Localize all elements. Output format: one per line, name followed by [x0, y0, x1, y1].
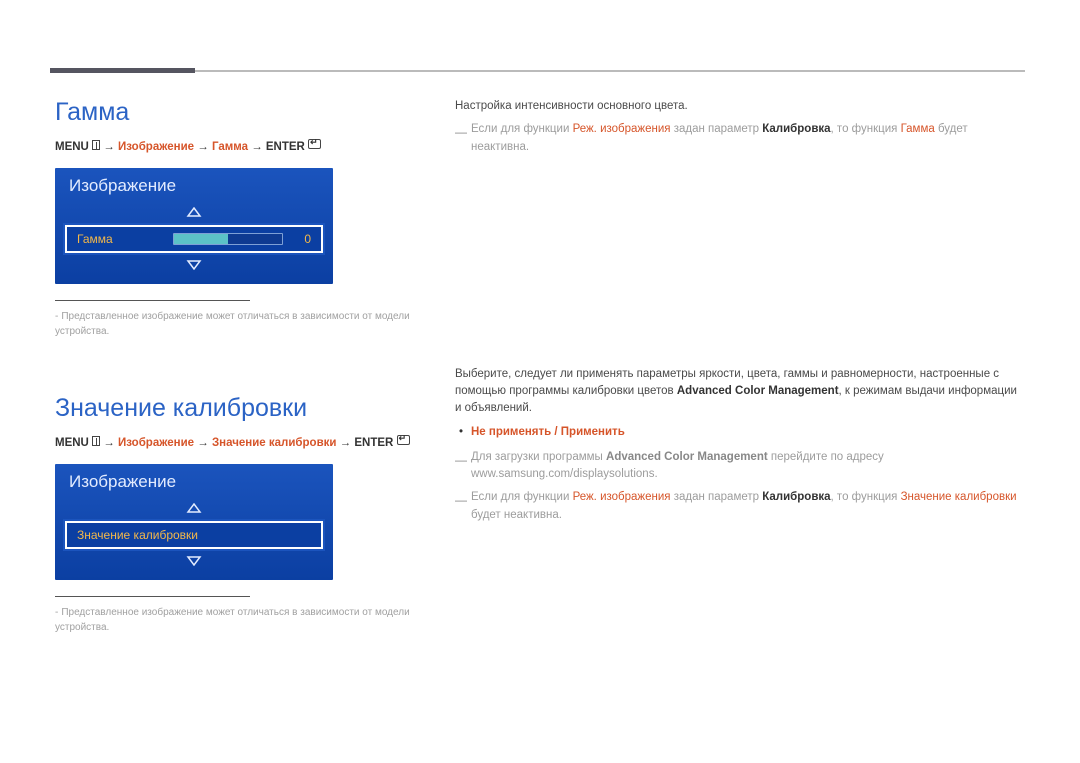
breadcrumb-calibration: MENU → Изображение → Значение калибровки… [55, 435, 435, 449]
section-title-gamma: Гамма [55, 98, 435, 127]
osd-nav-down[interactable] [55, 255, 333, 276]
osd-row-label: Значение калибровки [77, 528, 198, 542]
arrow-icon: → [197, 437, 212, 449]
arrow-icon: → [251, 141, 266, 153]
chevron-down-icon [186, 260, 202, 270]
osd-panel-gamma: Изображение Гамма 0 [55, 168, 333, 284]
chevron-up-icon [186, 503, 202, 513]
enter-icon [397, 435, 410, 445]
image-disclaimer: -Представленное изображение может отлича… [55, 309, 435, 339]
osd-row-label: Гамма [77, 232, 167, 246]
breadcrumb-step-calibration: Значение калибровки [212, 437, 337, 449]
arrow-icon: → [197, 141, 212, 153]
slider-fill [174, 234, 228, 244]
page: Гамма MENU → Изображение → Гамма → ENTER… [0, 0, 1080, 763]
breadcrumb-step-image: Изображение [118, 141, 194, 153]
divider [55, 596, 250, 597]
slider-track [173, 233, 283, 245]
breadcrumb-gamma: MENU → Изображение → Гамма → ENTER [55, 139, 435, 153]
horizontal-rule-accent [50, 68, 195, 73]
arrow-icon: → [340, 437, 355, 449]
gamma-note: ― Если для функции Реж. изображения зада… [455, 121, 1025, 156]
breadcrumb-step-gamma: Гамма [212, 141, 248, 153]
calibration-options: • Не применять / Применить [455, 424, 1025, 441]
osd-row-value: 0 [289, 232, 311, 246]
arrow-icon: → [103, 437, 118, 449]
section-title-calibration: Значение калибровки [55, 394, 435, 423]
content-columns: Гамма MENU → Изображение → Гамма → ENTER… [55, 98, 1025, 670]
breadcrumb-enter-label: ENTER [266, 141, 305, 153]
calibration-inactive-note: ― Если для функции Реж. изображения зада… [455, 489, 1025, 524]
left-column: Гамма MENU → Изображение → Гамма → ENTER… [55, 98, 435, 670]
breadcrumb-enter-label: ENTER [354, 437, 393, 449]
calibration-download-note: ― Для загрузки программы Advanced Color … [455, 449, 1025, 484]
gamma-description: Настройка интенсивности основного цвета. [455, 98, 1025, 115]
calibration-text-block: Выберите, следует ли применять параметры… [455, 366, 1025, 524]
osd-slider[interactable] [173, 233, 283, 245]
section-gamma: Гамма MENU → Изображение → Гамма → ENTER… [55, 98, 435, 339]
image-disclaimer: -Представленное изображение может отлича… [55, 605, 435, 635]
osd-nav-up[interactable] [55, 498, 333, 519]
divider [55, 300, 250, 301]
enter-icon [308, 139, 321, 149]
breadcrumb-step-image: Изображение [118, 437, 194, 449]
osd-panel-title: Изображение [55, 464, 333, 498]
osd-row-calibration[interactable]: Значение калибровки [65, 521, 323, 549]
osd-panel-title: Изображение [55, 168, 333, 202]
calibration-description: Выберите, следует ли применять параметры… [455, 366, 1025, 418]
breadcrumb-menu-label: MENU [55, 141, 89, 153]
osd-nav-down[interactable] [55, 551, 333, 572]
right-column: Настройка интенсивности основного цвета.… [435, 98, 1025, 670]
chevron-down-icon [186, 556, 202, 566]
breadcrumb-menu-label: MENU [55, 437, 89, 449]
osd-panel-calibration: Изображение Значение калибровки [55, 464, 333, 580]
osd-nav-up[interactable] [55, 202, 333, 223]
osd-row-gamma[interactable]: Гамма 0 [65, 225, 323, 253]
menu-icon [92, 436, 100, 446]
menu-icon [92, 140, 100, 150]
arrow-icon: → [103, 141, 118, 153]
chevron-up-icon [186, 207, 202, 217]
horizontal-rule [50, 70, 1025, 72]
section-calibration: Значение калибровки MENU → Изображение →… [55, 394, 435, 635]
